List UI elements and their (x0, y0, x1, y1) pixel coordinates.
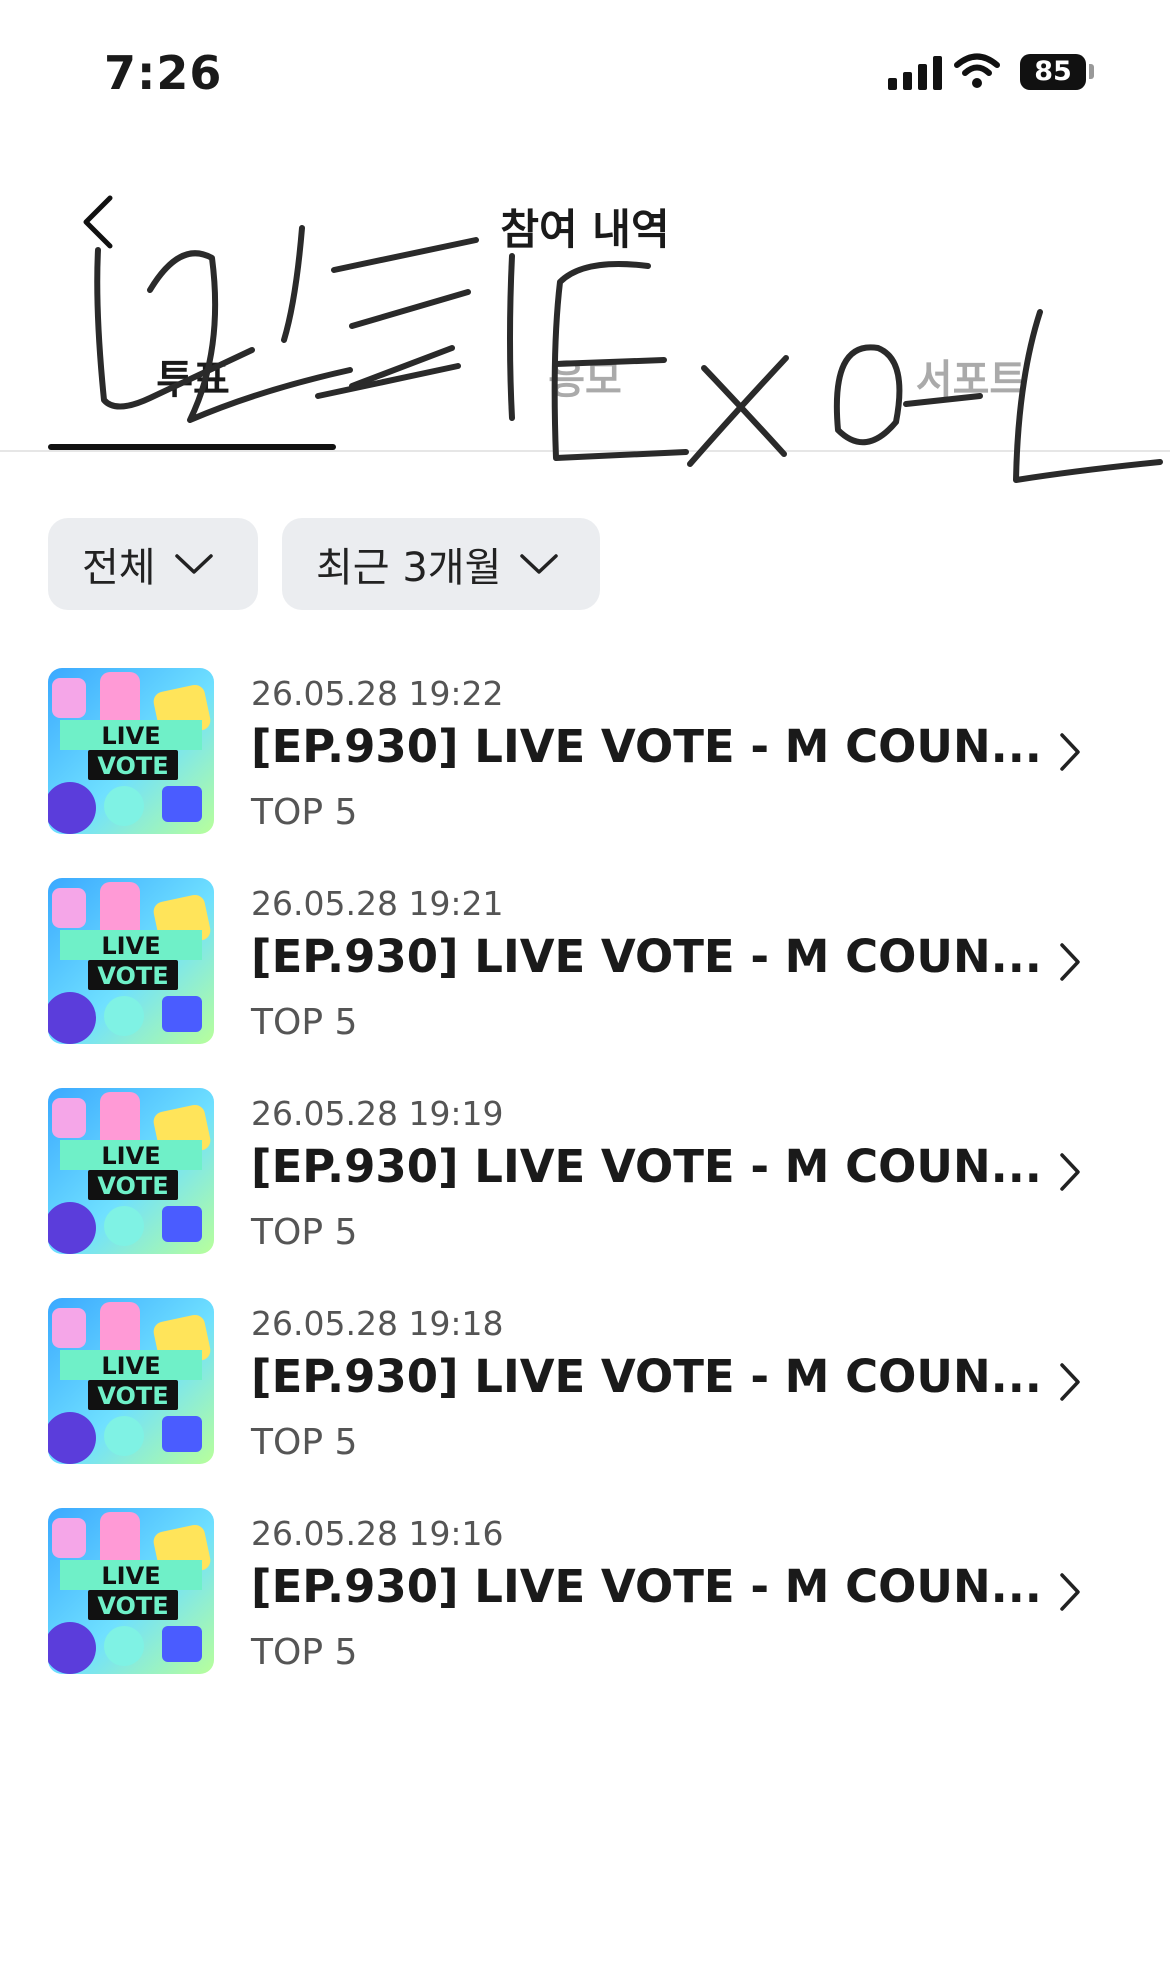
item-date: 26.05.28 19:18 (251, 1304, 504, 1343)
item-subtitle: TOP 5 (251, 1422, 358, 1463)
thumbnail-line2: VOTE (97, 962, 168, 990)
chevron-down-icon (174, 554, 213, 574)
item-date: 26.05.28 19:16 (251, 1514, 504, 1553)
item-title: [EP.930] LIVE VOTE - M COUN... (251, 1140, 1042, 1193)
item-date: 26.05.28 19:19 (251, 1094, 504, 1133)
chevron-right-icon (1060, 733, 1080, 771)
tab-support[interactable]: 서포트 (826, 340, 1116, 420)
thumbnail-line1: LIVE (101, 722, 160, 750)
chevron-right-icon (1060, 1153, 1080, 1191)
wifi-icon (954, 53, 1000, 88)
item-title: [EP.930] LIVE VOTE - M COUN... (251, 1560, 1042, 1613)
thumbnail-line1: LIVE (101, 932, 160, 960)
thumbnail-line2: VOTE (97, 752, 168, 780)
live-vote-thumbnail: LIVE VOTE (48, 668, 214, 834)
item-subtitle: TOP 5 (251, 1632, 358, 1673)
item-date: 26.05.28 19:22 (251, 674, 504, 713)
thumbnail-line1: LIVE (101, 1352, 160, 1380)
live-vote-thumbnail: LIVE VOTE (48, 1298, 214, 1464)
item-title: [EP.930] LIVE VOTE - M COUN... (251, 1350, 1042, 1403)
page-title: 참여 내역 (500, 205, 670, 254)
category-filter-label: 전체 (82, 545, 156, 591)
period-filter-label: 최근 3개월 (316, 545, 502, 591)
item-title: [EP.930] LIVE VOTE - M COUN... (251, 720, 1042, 773)
status-time: 7:26 (104, 46, 223, 100)
period-filter-dropdown[interactable]: 최근 3개월 (282, 518, 600, 610)
tab-vote[interactable]: 투표 (48, 340, 338, 420)
live-vote-thumbnail: LIVE VOTE (48, 1508, 214, 1674)
live-vote-thumbnail: LIVE VOTE (48, 878, 214, 1044)
chevron-right-icon (1060, 943, 1080, 981)
list-item[interactable]: LIVE VOTE 26.05.28 19:22 [EP.930] LIVE V… (48, 668, 1122, 836)
thumbnail-line2: VOTE (97, 1172, 168, 1200)
list-item[interactable]: LIVE VOTE 26.05.28 19:18 [EP.930] LIVE V… (48, 1298, 1122, 1466)
battery-cap (1089, 64, 1094, 79)
thumbnail-line1: LIVE (101, 1562, 160, 1590)
tabs-divider (0, 450, 1170, 452)
battery-icon: 85 (1020, 54, 1086, 90)
list-item[interactable]: LIVE VOTE 26.05.28 19:21 [EP.930] LIVE V… (48, 878, 1122, 1046)
item-subtitle: TOP 5 (251, 1212, 358, 1253)
item-subtitle: TOP 5 (251, 792, 358, 833)
cellular-signal-icon (888, 54, 942, 90)
item-subtitle: TOP 5 (251, 1002, 358, 1043)
item-date: 26.05.28 19:21 (251, 884, 504, 923)
category-filter-dropdown[interactable]: 전체 (48, 518, 258, 610)
tab-bar: 투표 응모 서포트 (0, 340, 1170, 450)
live-vote-thumbnail: LIVE VOTE (48, 1088, 214, 1254)
chevron-down-icon (520, 554, 559, 574)
list-item[interactable]: LIVE VOTE 26.05.28 19:19 [EP.930] LIVE V… (48, 1088, 1122, 1256)
tab-apply[interactable]: 응모 (440, 340, 730, 420)
list-item[interactable]: LIVE VOTE 26.05.28 19:16 [EP.930] LIVE V… (48, 1508, 1122, 1676)
thumbnail-line2: VOTE (97, 1592, 168, 1620)
item-title: [EP.930] LIVE VOTE - M COUN... (251, 930, 1042, 983)
chevron-right-icon (1060, 1363, 1080, 1401)
thumbnail-line1: LIVE (101, 1142, 160, 1170)
chevron-right-icon (1060, 1573, 1080, 1611)
thumbnail-line2: VOTE (97, 1382, 168, 1410)
